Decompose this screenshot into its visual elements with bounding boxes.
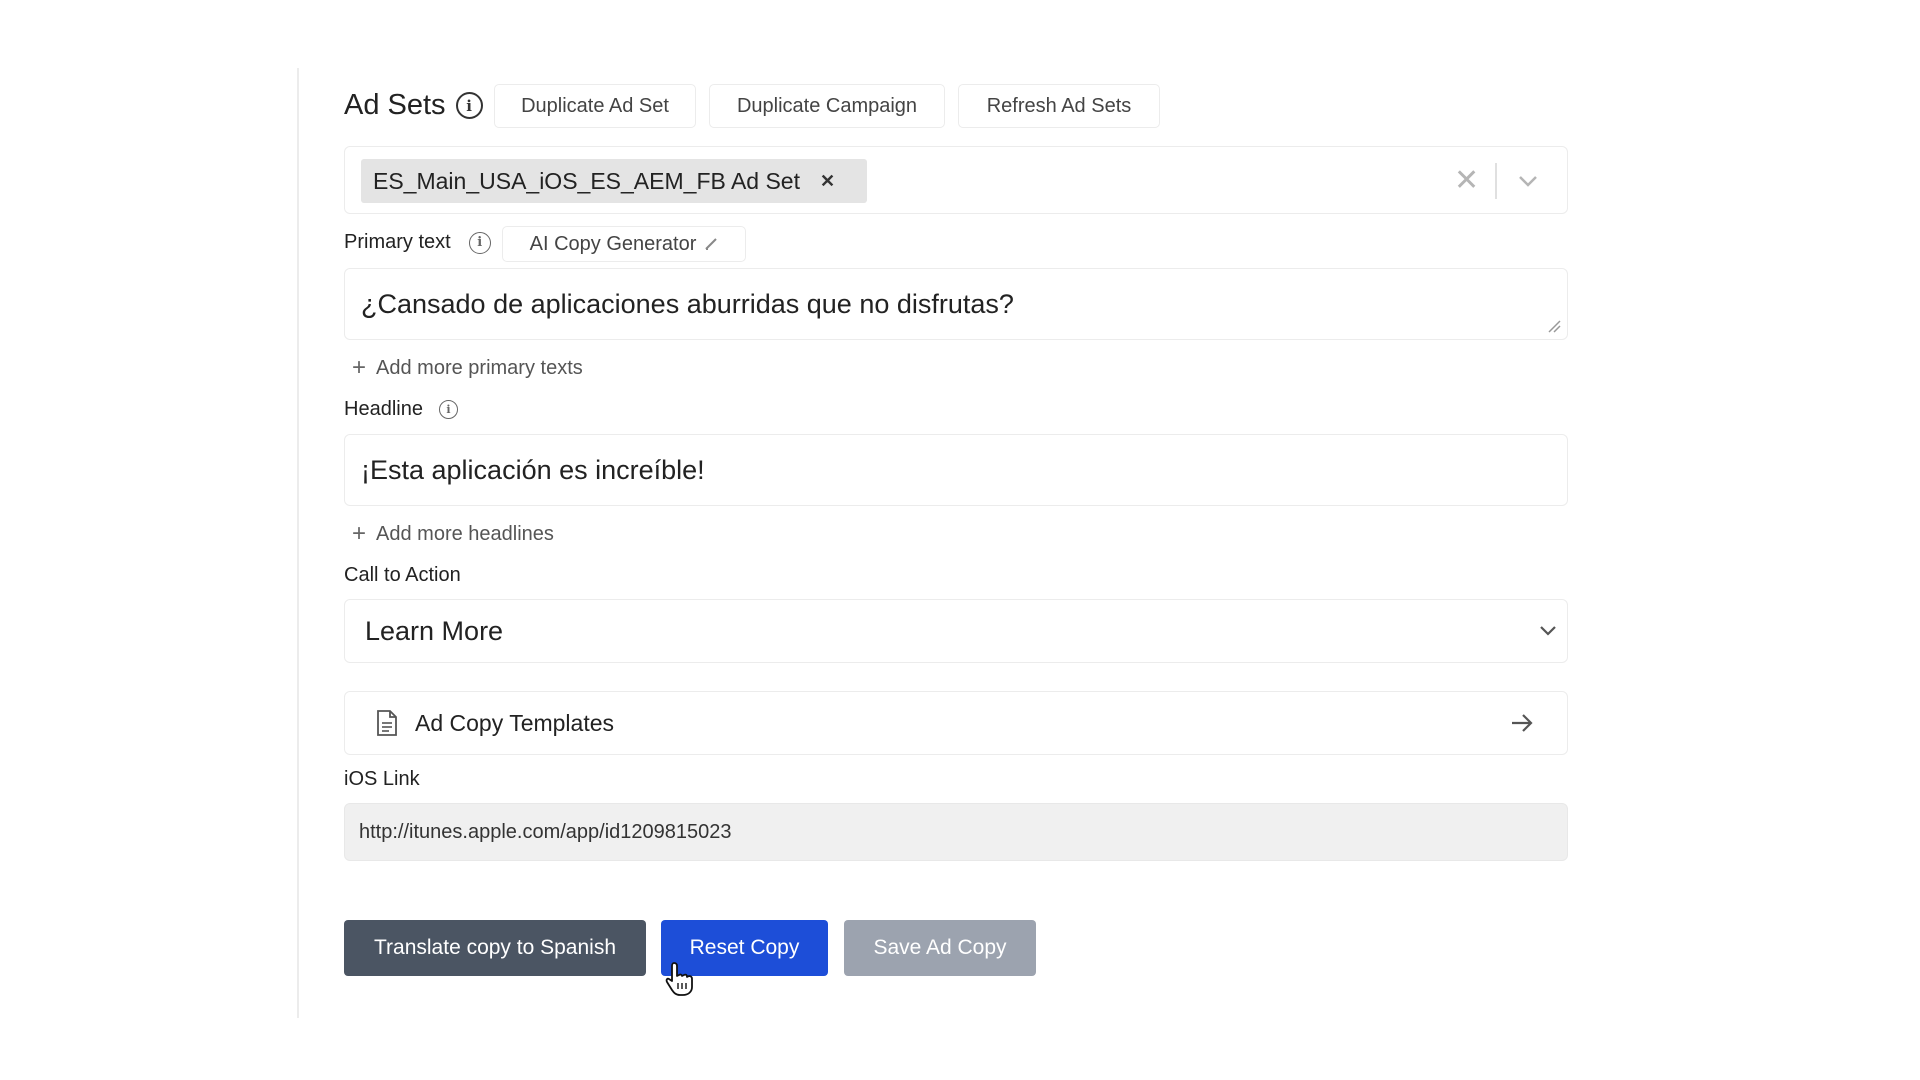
chevron-down-icon[interactable]	[1517, 171, 1539, 191]
duplicate-ad-set-button[interactable]: Duplicate Ad Set	[494, 84, 696, 128]
primary-text-value: ¿Cansado de aplicaciones aburridas que n…	[361, 288, 1014, 319]
select-divider	[1495, 163, 1497, 199]
ios-link-input[interactable]: http://itunes.apple.com/app/id1209815023	[344, 803, 1568, 861]
info-icon[interactable]: i	[455, 92, 483, 119]
primary-text-input[interactable]: ¿Cansado de aplicaciones aburridas que n…	[344, 268, 1568, 340]
ios-link-label: iOS Link	[344, 768, 420, 790]
ad-copy-templates-label: Ad Copy Templates	[415, 709, 615, 736]
ios-link-value: http://itunes.apple.com/app/id1209815023	[359, 820, 732, 843]
call-to-action-select[interactable]: Learn More	[344, 599, 1568, 663]
chip-label: ES_Main_USA_iOS_ES_AEM_FB Ad Set	[373, 167, 800, 194]
arrow-right-icon[interactable]	[1510, 712, 1534, 734]
translate-copy-button[interactable]: Translate copy to Spanish	[344, 920, 646, 976]
info-icon[interactable]: i	[468, 231, 491, 254]
page-title: Ad Sets	[344, 89, 446, 121]
section-heading: Ad Sets i	[344, 89, 483, 122]
clear-selection-icon[interactable]: ✕	[1454, 163, 1479, 198]
chevron-down-icon	[1540, 626, 1556, 636]
ai-copy-generator-button[interactable]: AI Copy Generator	[502, 226, 746, 262]
headline-value: ¡Esta aplicación es increíble!	[361, 454, 705, 485]
duplicate-campaign-button[interactable]: Duplicate Campaign	[709, 84, 945, 128]
primary-text-label-row: Primary text i	[344, 231, 491, 254]
headline-input[interactable]: ¡Esta aplicación es increíble!	[344, 434, 1568, 506]
plus-icon: +	[352, 354, 367, 381]
headline-label: Headline	[344, 398, 423, 420]
refresh-ad-sets-button[interactable]: Refresh Ad Sets	[958, 84, 1160, 128]
primary-text-label: Primary text	[344, 231, 451, 253]
selected-ad-set-chip: ES_Main_USA_iOS_ES_AEM_FB Ad Set ✕	[361, 159, 867, 203]
ai-copy-generator-label: AI Copy Generator	[529, 232, 697, 255]
ad-copy-panel: Ad Sets i Duplicate Ad Set Duplicate Cam…	[297, 68, 1593, 1018]
plus-icon: +	[352, 520, 367, 547]
add-more-headlines-label: Add more headlines	[376, 522, 554, 545]
save-ad-copy-button[interactable]: Save Ad Copy	[844, 920, 1036, 976]
add-more-headlines-link[interactable]: + Add more headlines	[352, 520, 554, 548]
remove-chip-icon[interactable]: ✕	[820, 171, 835, 192]
pencil-icon	[705, 238, 718, 250]
ad-copy-templates-row[interactable]: Ad Copy Templates	[344, 691, 1568, 755]
headline-label-row: Headline i	[344, 398, 458, 421]
add-more-primary-texts-label: Add more primary texts	[376, 356, 583, 379]
info-icon[interactable]: i	[438, 400, 458, 419]
add-more-primary-texts-link[interactable]: + Add more primary texts	[352, 354, 583, 382]
hand-cursor-icon	[665, 962, 693, 996]
call-to-action-label: Call to Action	[344, 564, 461, 586]
ad-set-select[interactable]: ES_Main_USA_iOS_ES_AEM_FB Ad Set ✕ ✕	[344, 146, 1568, 214]
document-icon	[377, 710, 397, 736]
resize-handle-icon[interactable]	[1547, 319, 1561, 333]
call-to-action-value: Learn More	[365, 615, 504, 646]
